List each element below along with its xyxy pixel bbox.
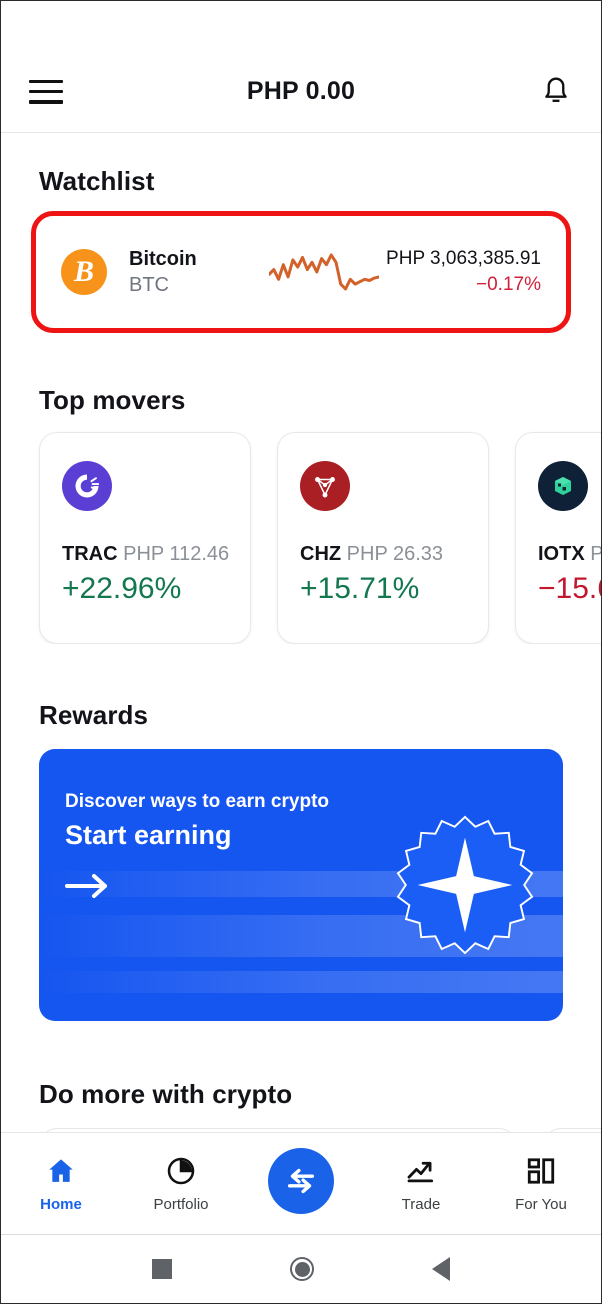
nav-item-home[interactable]: Home: [13, 1155, 109, 1213]
watchlist-section-title: Watchlist: [39, 166, 155, 196]
bitcoin-symbol-glyph: B: [73, 255, 94, 288]
nav-item-for-you[interactable]: For You: [493, 1155, 589, 1213]
grid-layout-icon: [527, 1157, 555, 1184]
main-content[interactable]: Watchlist B Bitcoin BTC PHP 3,063,385.91…: [1, 134, 601, 1132]
page-title: PHP 0.00: [246, 77, 356, 105]
mover-price-line: CHZ PHP 26.33: [300, 543, 466, 566]
mover-symbol: CHZ: [300, 543, 342, 565]
top-mover-card-chz[interactable]: CHZ PHP 26.33 +15.71%: [277, 432, 489, 644]
origintrail-trac-icon: [62, 461, 112, 511]
rewards-banner[interactable]: Discover ways to earn crypto Start earni…: [39, 749, 563, 1021]
notification-bell-icon[interactable]: [539, 75, 573, 109]
android-system-navigation: [1, 1234, 601, 1303]
iotex-iotx-icon: [538, 461, 588, 511]
arrow-right-icon[interactable]: [65, 871, 111, 906]
status-bar: [1, 1, 601, 51]
mover-symbol: IOTX: [538, 543, 585, 565]
watchlist-item-bitcoin[interactable]: B Bitcoin BTC PHP 3,063,385.91 −0.17%: [39, 219, 563, 325]
square-recents-icon[interactable]: [152, 1259, 172, 1279]
bitcoin-sparkline-chart: [269, 253, 379, 291]
mover-price: PHP 112.46: [123, 543, 230, 565]
do-more-carousel[interactable]: [1, 1110, 601, 1132]
mover-price: PHP 26.33: [346, 543, 444, 565]
nav-item-swap-fab[interactable]: [253, 1147, 349, 1220]
triangle-back-icon[interactable]: [432, 1257, 450, 1281]
coin-name-block: Bitcoin BTC: [129, 247, 259, 298]
chiliz-chz-icon: [300, 461, 350, 511]
top-mover-card-iotx[interactable]: IOTX PH −15.6: [515, 432, 601, 644]
top-movers-section-title: Top movers: [39, 385, 186, 415]
mover-symbol: TRAC: [62, 543, 118, 565]
do-more-section-title: Do more with crypto: [39, 1079, 293, 1109]
banner-subtitle: Discover ways to earn crypto: [65, 791, 329, 812]
bottom-navigation-bar: Home Portfolio Trade For You: [1, 1132, 601, 1234]
nav-item-trade[interactable]: Trade: [373, 1155, 469, 1213]
price-block: PHP 3,063,385.91 −0.17%: [386, 246, 541, 297]
top-movers-carousel[interactable]: TRAC PHP 112.46 +22.96% CHZ PHP 26.33 +1…: [1, 416, 601, 644]
watchlist-highlight-frame: B Bitcoin BTC PHP 3,063,385.91 −0.17%: [31, 211, 571, 333]
coin-price: PHP 3,063,385.91: [386, 248, 541, 270]
coin-change-percent: −0.17%: [476, 274, 541, 295]
nav-label: For You: [515, 1195, 567, 1213]
nav-label: Portfolio: [153, 1195, 209, 1213]
circle-home-icon[interactable]: [290, 1257, 314, 1281]
rewards-section-title: Rewards: [39, 700, 149, 730]
mover-change-percent: +22.96%: [62, 572, 182, 605]
swap-arrows-icon[interactable]: [268, 1147, 334, 1214]
home-icon: [49, 1158, 73, 1182]
mover-change-percent: −15.6: [538, 572, 601, 605]
coin-symbol: BTC: [129, 273, 169, 296]
app-header: PHP 0.00: [1, 51, 601, 133]
mover-price-line: IOTX PH: [538, 543, 601, 566]
phone-screen: PHP 0.00 Watchlist B Bitcoin BTC PHP 3,0…: [0, 0, 602, 1304]
mover-price: PH: [590, 543, 601, 565]
nav-item-portfolio[interactable]: Portfolio: [133, 1155, 229, 1213]
mover-change-percent: +15.71%: [300, 572, 420, 605]
mover-price-line: TRAC PHP 112.46: [62, 543, 230, 566]
starburst-badge-icon: [391, 811, 539, 959]
bitcoin-icon: B: [61, 249, 107, 295]
top-mover-card-trac[interactable]: TRAC PHP 112.46 +22.96%: [39, 432, 251, 644]
hamburger-menu-icon[interactable]: [29, 79, 63, 104]
trending-up-icon: [407, 1161, 434, 1182]
nav-label: Home: [40, 1195, 82, 1213]
coin-name: Bitcoin: [129, 247, 197, 270]
pie-chart-icon: [167, 1157, 195, 1184]
nav-label: Trade: [401, 1195, 441, 1213]
